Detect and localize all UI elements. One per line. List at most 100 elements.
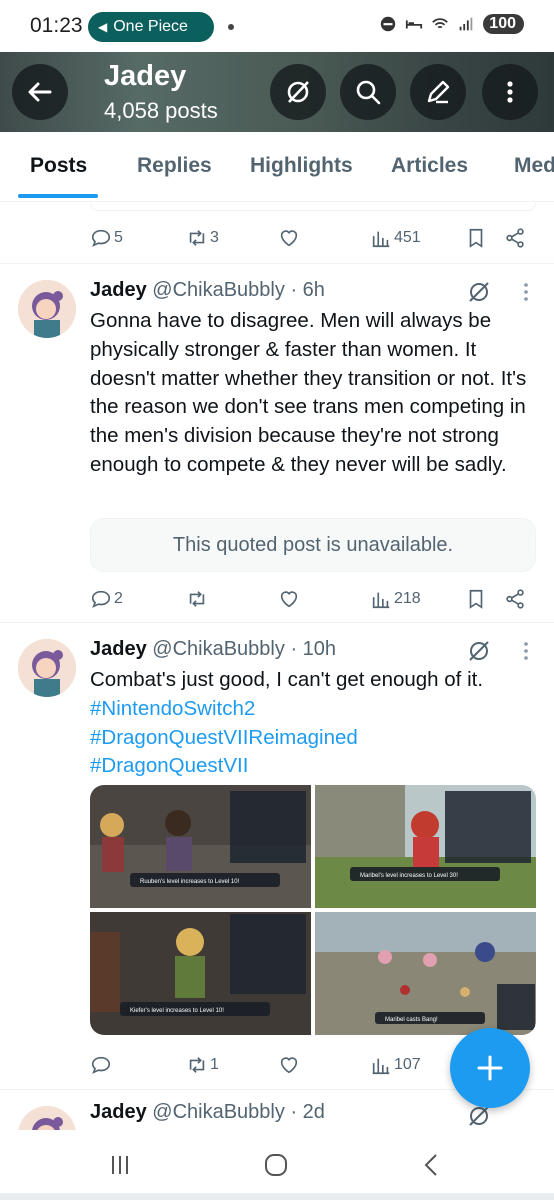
reply-count: 5 <box>114 229 123 246</box>
repost-icon <box>189 591 205 607</box>
grok-icon <box>287 81 309 103</box>
bookmark-icon[interactable] <box>465 227 487 249</box>
profile-tabs: Posts Replies Highlights Articles Med <box>0 132 554 202</box>
status-icons: 100 <box>379 14 524 34</box>
media-title: One Piece <box>113 18 188 35</box>
recent-apps-icon <box>112 1156 128 1174</box>
back-arrow-icon <box>28 82 52 102</box>
media-pill[interactable]: ◀ One Piece <box>88 12 214 42</box>
views-icon <box>372 231 390 248</box>
grok-icon[interactable] <box>466 638 492 664</box>
status-bar: 01:23 ◀ One Piece 100 <box>0 0 554 52</box>
active-tab-indicator <box>18 194 98 198</box>
media-image[interactable]: Ruuben's level increases to Level 10! <box>90 785 311 908</box>
reply-icon <box>91 229 111 247</box>
grok-icon[interactable] <box>466 279 492 305</box>
hashtag-link[interactable]: #DragonQuestVII <box>90 752 540 781</box>
system-navigation-bar <box>0 1130 554 1200</box>
share-icon[interactable] <box>504 227 526 249</box>
tweet-actions: 2 218 <box>90 588 536 616</box>
search-icon <box>356 80 381 105</box>
tweet[interactable]: Jadey @ChikaBubbly · 6h Gonna have to di… <box>0 265 554 623</box>
quoted-post-partial[interactable] <box>90 203 536 211</box>
tab-replies[interactable]: Replies <box>137 154 212 178</box>
bookmark-icon[interactable] <box>465 588 487 610</box>
tweet-partial[interactable]: 5 3 451 <box>0 203 554 264</box>
tweet-header: Jadey @ChikaBubbly · 6h <box>90 279 325 302</box>
profile-name: Jadey <box>104 60 187 92</box>
views-button[interactable]: 107 <box>370 1054 421 1076</box>
tweet-header: Jadey @ChikaBubbly · 2d <box>90 1101 325 1124</box>
search-button[interactable] <box>340 64 396 120</box>
repost-button[interactable]: 1 <box>186 1054 219 1076</box>
heart-icon <box>280 230 298 247</box>
tab-articles[interactable]: Articles <box>391 154 468 178</box>
media-caption: Maribel casts Bang! <box>385 1017 438 1023</box>
author-handle[interactable]: @ChikaBubbly <box>152 1101 285 1123</box>
author-handle[interactable]: @ChikaBubbly <box>152 279 285 301</box>
views-button[interactable]: 218 <box>370 588 421 610</box>
more-vertical-icon <box>507 81 513 103</box>
like-button[interactable] <box>278 588 300 610</box>
repost-icon <box>189 230 205 246</box>
tweet-text: Gonna have to disagree. Men will always … <box>90 309 527 476</box>
plus-icon <box>477 1055 503 1081</box>
avatar[interactable] <box>18 280 76 338</box>
repost-button[interactable]: 3 <box>186 227 219 249</box>
hashtag-link[interactable]: #NintendoSwitch2 <box>90 695 540 724</box>
tab-highlights[interactable]: Highlights <box>250 154 353 178</box>
more-options-button[interactable] <box>482 64 538 120</box>
like-button[interactable] <box>278 227 300 249</box>
reply-button[interactable]: 2 <box>90 588 123 610</box>
author-name[interactable]: Jadey <box>90 279 147 301</box>
author-handle[interactable]: @ChikaBubbly <box>152 638 285 660</box>
author-name[interactable]: Jadey <box>90 638 147 660</box>
more-icon[interactable] <box>520 281 532 303</box>
repost-count: 3 <box>210 229 219 246</box>
media-image[interactable]: Maribel's level increases to Level 30! <box>315 785 536 908</box>
reply-button[interactable] <box>90 1054 114 1076</box>
tab-media[interactable]: Med <box>514 154 554 178</box>
home-button[interactable] <box>256 1150 296 1180</box>
edit-button[interactable] <box>410 64 466 120</box>
media-image[interactable]: Maribel casts Bang! <box>315 912 536 1035</box>
avatar[interactable] <box>18 1106 76 1130</box>
heart-icon <box>280 591 298 608</box>
signal-icon <box>459 17 473 31</box>
reply-icon <box>91 590 111 608</box>
repost-count: 1 <box>210 1056 219 1073</box>
compose-post-button[interactable] <box>450 1028 530 1108</box>
views-button[interactable]: 451 <box>370 227 421 249</box>
media-caption: Maribel's level increases to Level 30! <box>360 873 458 879</box>
views-icon <box>372 1058 390 1075</box>
home-icon <box>265 1154 287 1176</box>
reply-button[interactable]: 5 <box>90 227 123 249</box>
media-image[interactable]: Kiefer's level increases to Level 10! <box>90 912 311 1035</box>
share-icon[interactable] <box>504 588 526 610</box>
tweet-header: Jadey @ChikaBubbly · 10h <box>90 638 336 661</box>
tweet-time[interactable]: · 6h <box>290 279 324 301</box>
tweet-media-grid[interactable]: Ruuben's level increases to Level 10! Ma… <box>90 785 536 1035</box>
back-nav-button[interactable] <box>412 1150 452 1180</box>
tab-posts[interactable]: Posts <box>30 154 87 178</box>
avatar[interactable] <box>18 639 76 697</box>
repost-button[interactable] <box>186 588 210 610</box>
hashtag-link[interactable]: #DragonQuestVIIReimagined <box>90 724 540 753</box>
media-caption: Kiefer's level increases to Level 10! <box>130 1008 224 1014</box>
tweet-time[interactable]: · 2d <box>290 1101 324 1123</box>
quoted-post-unavailable[interactable]: This quoted post is unavailable. <box>90 518 536 572</box>
heart-icon <box>280 1057 298 1074</box>
do-not-disturb-icon <box>381 16 396 32</box>
grok-button[interactable] <box>270 64 326 120</box>
tweet-time[interactable]: · 10h <box>290 638 336 660</box>
more-icon[interactable] <box>520 640 532 662</box>
like-button[interactable] <box>278 1054 300 1076</box>
back-button[interactable] <box>12 64 68 120</box>
status-time: 01:23 <box>30 14 83 37</box>
recent-apps-button[interactable] <box>100 1150 140 1180</box>
post-count: 4,058 posts <box>104 98 218 123</box>
author-name[interactable]: Jadey <box>90 1101 147 1123</box>
reply-icon <box>91 1056 111 1074</box>
tweet-actions: 5 3 451 <box>90 227 536 255</box>
profile-header: Jadey 4,058 posts <box>0 52 554 132</box>
